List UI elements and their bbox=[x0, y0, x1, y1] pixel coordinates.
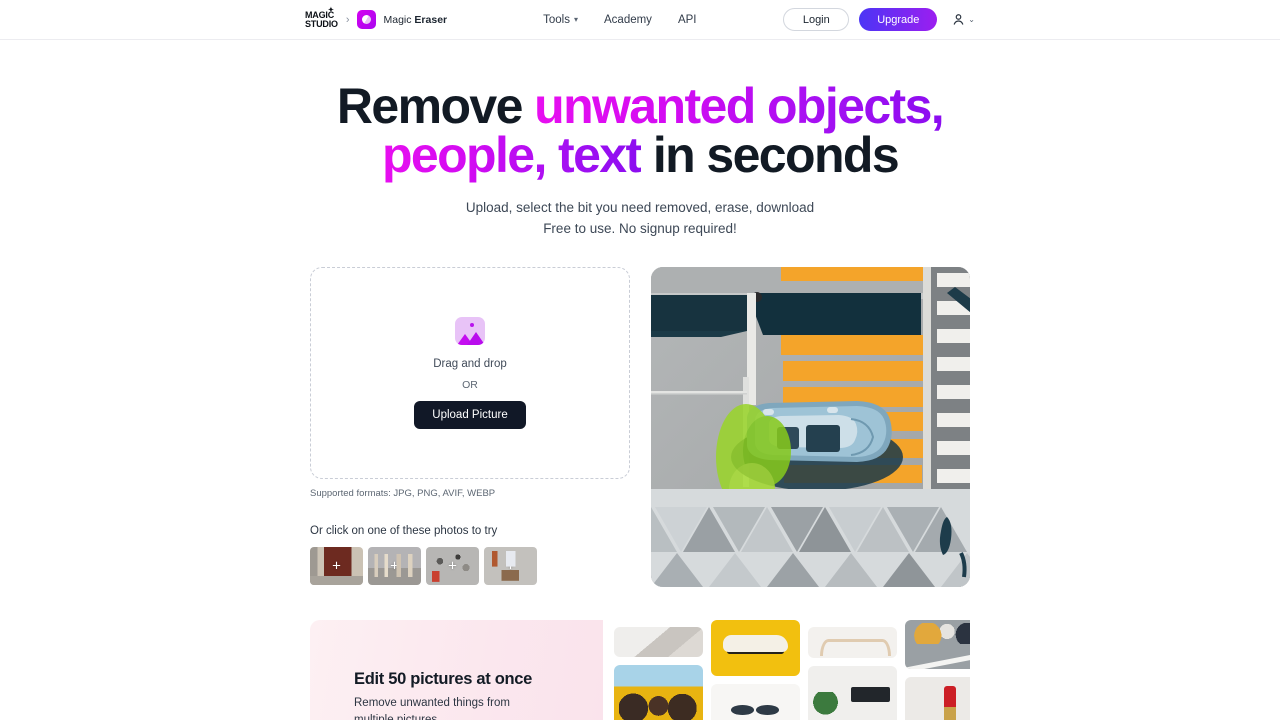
title-segment-accent-1: unwanted objects, bbox=[534, 78, 945, 134]
subtitle-line-2: Free to use. No signup required! bbox=[543, 221, 737, 236]
promo-section: Edit 50 pictures at once Remove unwanted… bbox=[0, 620, 1280, 720]
photo-sunglasses bbox=[711, 684, 800, 720]
photo-lipstick bbox=[905, 677, 970, 720]
plus-icon: + bbox=[390, 557, 399, 575]
title-segment-plain: Remove bbox=[336, 78, 535, 134]
aerial-parking-illustration bbox=[651, 267, 970, 587]
sample-interior-plants[interactable]: + bbox=[484, 547, 537, 585]
page-title: Remove unwanted objects, people, text in… bbox=[0, 81, 1280, 183]
drag-and-drop-label: Drag and drop bbox=[433, 358, 507, 370]
logo-line-2: STUDIO bbox=[305, 18, 338, 29]
photo-desk-plant bbox=[808, 666, 897, 720]
magic-studio-logo[interactable]: MAGIC ✦ STUDIO bbox=[305, 6, 338, 29]
sample-photos-label: Or click on one of these photos to try bbox=[310, 525, 498, 537]
upgrade-button[interactable]: Upgrade bbox=[859, 8, 938, 31]
photo-arch-shelf bbox=[808, 627, 897, 658]
breadcrumb: MAGIC ✦ STUDIO › Magic Eraser bbox=[305, 6, 448, 29]
or-divider-label: OR bbox=[462, 379, 478, 391]
plus-icon: + bbox=[448, 557, 457, 575]
sparkle-icon: ✦ bbox=[328, 6, 334, 14]
promo-title: Edit 50 pictures at once bbox=[354, 670, 533, 688]
site-header: MAGIC ✦ STUDIO › Magic Eraser Tools ▾ Ac… bbox=[0, 0, 1280, 40]
supported-formats-note: Supported formats: JPG, PNG, AVIF, WEBP bbox=[310, 488, 496, 499]
sample-bottles-shelf[interactable]: + bbox=[368, 547, 421, 585]
sample-photo-list: + + + + bbox=[310, 547, 630, 585]
title-segment-accent-2: people, text bbox=[381, 127, 642, 183]
promo-photo-grid bbox=[603, 620, 970, 720]
user-icon bbox=[953, 14, 964, 25]
preview-image bbox=[651, 267, 970, 587]
title-segment-plain-2: in seconds bbox=[640, 127, 900, 183]
nav-item-academy[interactable]: Academy bbox=[604, 14, 652, 26]
photo-origami bbox=[614, 627, 703, 658]
promo-card[interactable]: Edit 50 pictures at once Remove unwanted… bbox=[310, 620, 603, 720]
sample-garage-door[interactable]: + bbox=[310, 547, 363, 585]
upload-dropzone[interactable]: Drag and drop OR Upload Picture bbox=[310, 267, 630, 479]
chevron-down-icon: ▾ bbox=[573, 15, 578, 24]
photo-sunflower-field bbox=[614, 665, 703, 720]
magic-eraser-icon bbox=[357, 10, 377, 29]
plus-icon: + bbox=[506, 557, 515, 575]
upload-picture-button[interactable]: Upload Picture bbox=[414, 401, 526, 429]
photo-runners-track bbox=[905, 620, 970, 670]
nav-item-api[interactable]: API bbox=[678, 14, 697, 26]
breadcrumb-separator-icon: › bbox=[345, 13, 350, 26]
chevron-down-icon: ⌄ bbox=[968, 15, 975, 24]
plus-icon: + bbox=[332, 557, 341, 575]
page-subtitle: Upload, select the bit you need removed,… bbox=[0, 197, 1280, 239]
login-button[interactable]: Login bbox=[783, 8, 850, 31]
image-placeholder-icon bbox=[455, 317, 485, 345]
nav-item-tools[interactable]: Tools ▾ bbox=[543, 14, 578, 26]
subtitle-line-1: Upload, select the bit you need removed,… bbox=[465, 200, 815, 215]
sample-flatlay-objects[interactable]: + bbox=[426, 547, 479, 585]
main-navigation: Tools ▾ Academy API bbox=[543, 14, 696, 26]
promo-subtitle: Remove unwanted things from multiple pic… bbox=[354, 697, 510, 720]
account-menu-button[interactable]: ⌄ bbox=[951, 12, 975, 27]
current-tool-label: Magic Eraser bbox=[383, 13, 448, 26]
photo-yellow-car bbox=[711, 620, 800, 677]
